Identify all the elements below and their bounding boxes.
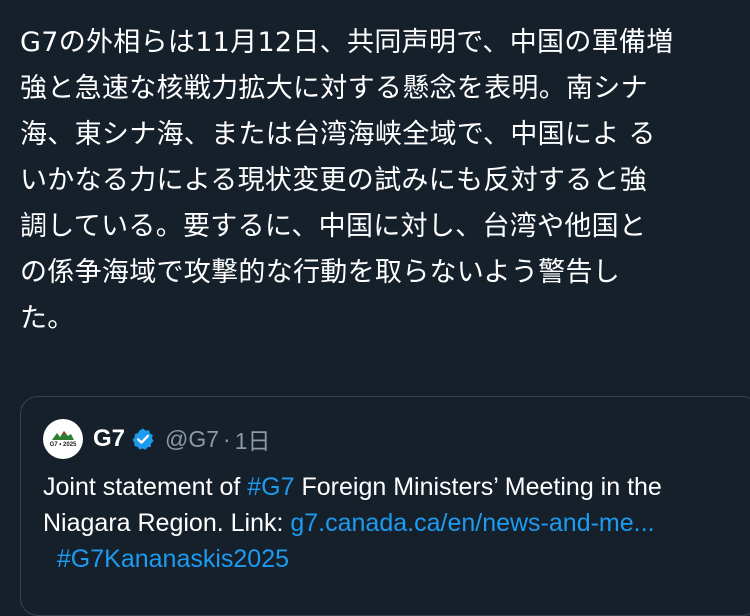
quoted-tweet-text: Joint statement of #G7 Foreign Ministers…: [43, 469, 733, 577]
separator-dot: ·: [223, 425, 231, 452]
avatar-logo-text: G7 • 2025: [49, 442, 77, 448]
hashtag-link[interactable]: #G7Kananaskis2025: [57, 545, 289, 573]
quoted-text-spacer: [43, 545, 57, 573]
quoted-author-name[interactable]: G7: [93, 425, 125, 453]
quoted-tweet-header: G7 • 2025 G7 @G7 · 1日: [43, 419, 271, 459]
tweet-text: G7の外相らは11月12日、共同声明で、中国の軍備増 強と急速な核戦力拡大に対す…: [20, 27, 674, 334]
verified-badge-icon: [131, 427, 155, 451]
avatar[interactable]: G7 • 2025: [43, 419, 83, 459]
quoted-text-segment: Joint statement of: [43, 473, 248, 501]
external-link[interactable]: g7.canada.ca/en/news-and-me...: [290, 509, 654, 537]
g7-logo-icon: [52, 431, 74, 440]
quoted-author-handle[interactable]: @G7: [165, 426, 219, 453]
quoted-timestamp[interactable]: 1日: [235, 422, 271, 456]
quoted-tweet-card[interactable]: G7 • 2025 G7 @G7 · 1日 Joint statement of…: [20, 396, 750, 616]
hashtag-link[interactable]: #G7: [247, 473, 294, 501]
